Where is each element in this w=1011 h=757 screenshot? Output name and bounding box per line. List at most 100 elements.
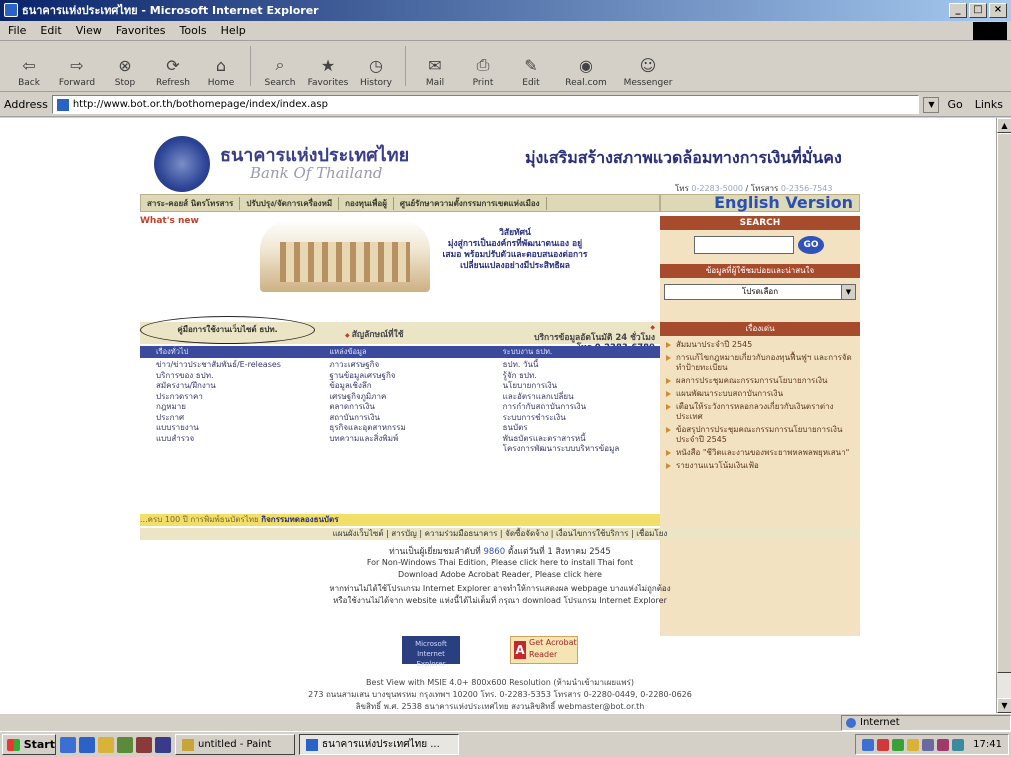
news-item[interactable]: แผนพัฒนาระบบสถาบันการเงิน	[664, 389, 856, 399]
link-item[interactable]: การกำกับสถาบันการเงิน	[503, 402, 660, 413]
taskbar-item-ie[interactable]: ธนาคารแห่งประเทศไทย ...	[299, 734, 459, 755]
scroll-up-icon[interactable]: ▲	[997, 118, 1011, 133]
vertical-scrollbar[interactable]: ▲ ▼	[996, 118, 1011, 713]
link-item[interactable]: ภาวะเศรษฐกิจ	[329, 360, 486, 371]
page-viewport: ธนาคารแห่งประเทศไทย Bank Of Thailand มุ่…	[0, 118, 996, 713]
link-item[interactable]: ตลาดการเงิน	[329, 402, 486, 413]
realcom-icon: ◉	[579, 55, 593, 75]
address-bar: Address http://www.bot.or.th/bothomepage…	[0, 93, 1011, 117]
mail-button[interactable]: ✉ Mail	[412, 46, 458, 89]
tray-icon[interactable]	[877, 738, 890, 751]
scroll-thumb[interactable]	[997, 133, 1011, 673]
link-item[interactable]: บริการของ ธปท.	[156, 371, 313, 382]
news-item[interactable]: ข้อสรุปการประชุมคณะกรรมการนโยบายการเงินป…	[664, 425, 856, 445]
news-item[interactable]: การแก้ไขกฎหมายเกี่ยวกับกองทุนฟื้นฟูฯ และ…	[664, 353, 856, 373]
link-item[interactable]: เศรษฐกิจภูมิภาค	[329, 392, 486, 403]
messenger-button[interactable]: ☺ Messenger	[618, 46, 678, 89]
forward-button[interactable]: ⇨ Forward	[54, 46, 100, 89]
link-item[interactable]: และอัตราแลกเปลี่ยน	[503, 392, 660, 403]
start-button[interactable]: Start	[2, 734, 56, 755]
realcom-button[interactable]: ◉ Real.com	[556, 46, 616, 89]
acrobat-link[interactable]: Download Adobe Acrobat Reader, Please cl…	[140, 570, 860, 579]
link-item[interactable]: ประกาศ	[156, 413, 313, 424]
menu-view[interactable]: View	[76, 24, 102, 37]
back-button[interactable]: ⇦ Back	[6, 46, 52, 89]
ie-download-badge[interactable]: Microsoft Internet Explorer	[402, 636, 460, 668]
desktop-icon[interactable]	[60, 736, 76, 753]
nav-item[interactable]: ปรับปรุง/จัดการเครื่องหมี	[240, 196, 340, 210]
scroll-down-icon[interactable]: ▼	[997, 698, 1011, 713]
link-item[interactable]: แบบสำรวจ	[156, 434, 313, 445]
home-button[interactable]: ⌂ Home	[198, 46, 244, 89]
news-item[interactable]: รายงานแนวโน้มเงินเฟ้อ	[664, 461, 856, 471]
minimize-button[interactable]: _	[949, 3, 967, 18]
link-item[interactable]: สมัครงาน/ฝึกงาน	[156, 381, 313, 392]
tray-icon[interactable]	[922, 738, 935, 751]
app-icon[interactable]	[136, 736, 152, 753]
link-item[interactable]: ธุรกิจและอุตสาหกรรม	[329, 423, 486, 434]
whats-new-link[interactable]: What's new	[140, 216, 199, 226]
outlook-icon[interactable]	[98, 736, 114, 753]
link-item[interactable]: ธปท. วันนี้	[503, 360, 660, 371]
site-search-input[interactable]	[694, 236, 794, 254]
tray-icon[interactable]	[937, 738, 950, 751]
address-input[interactable]: http://www.bot.or.th/bothomepage/index/i…	[51, 95, 920, 114]
info-select[interactable]: โปรดเลือก ▼	[664, 284, 856, 300]
news-item[interactable]: ผลการประชุมคณะกรรมการนโยบายการเงิน	[664, 376, 856, 386]
english-version-link[interactable]: English Version	[660, 194, 860, 212]
acrobat-download-badge[interactable]: Get Acrobat Reader	[510, 636, 578, 664]
links-button[interactable]: Links	[971, 98, 1007, 111]
menu-help[interactable]: Help	[221, 24, 246, 37]
news-marquee[interactable]: ...ครบ 100 ปี การพิมพ์ธนบัตรไทย กิจกรรมท…	[140, 514, 660, 526]
nav-item[interactable]: กองทุนเพื่อผู้	[339, 196, 394, 210]
nav-item[interactable]: ศูนย์รักษาความตั้งกรรมการเขตแห่งเมือง	[394, 196, 547, 210]
tray-icon[interactable]	[907, 738, 920, 751]
link-item[interactable]: กฎหมาย	[156, 402, 313, 413]
nav-item[interactable]: สาระ-คอยส์ นิตรโทรสาร	[141, 196, 241, 210]
print-button[interactable]: ⎙ Print	[460, 46, 506, 88]
taskbar-item-paint[interactable]: untitled - Paint	[175, 734, 295, 755]
search-go-button[interactable]: GO	[798, 236, 824, 254]
link-item[interactable]: ข่าว/ข่าวประชาสัมพันธ์/E-releases	[156, 360, 313, 371]
link-item[interactable]: ฐานข้อมูลเศรษฐกิจ	[329, 371, 486, 382]
tray-icon[interactable]	[952, 738, 965, 751]
tray-icon[interactable]	[862, 738, 875, 751]
edit-button[interactable]: ✎ Edit	[508, 46, 554, 89]
link-item[interactable]: แบบรายงาน	[156, 423, 313, 434]
menu-tools[interactable]: Tools	[180, 24, 207, 37]
news-item[interactable]: หนังสือ "ชีวิตและงานของพระยาพหลพลพยุหเสน…	[664, 448, 856, 458]
address-dropdown[interactable]: ▼	[923, 96, 940, 113]
link-item[interactable]: พันธบัตรและตราสารหนี้	[503, 434, 660, 445]
go-button[interactable]: Go	[943, 98, 966, 111]
search-button[interactable]: ⌕ Search	[257, 46, 303, 88]
news-item[interactable]: เตือนให้ระวังการหลอกลวงเกี่ยวกับเงินตราต…	[664, 402, 856, 422]
link-item[interactable]: ระบบการชำระเงิน	[503, 413, 660, 424]
site-guide-link[interactable]: คู่มือการใช้งานเว็บไซต์ ธปท.	[140, 316, 315, 344]
link-item[interactable]: ประกวดราคา	[156, 392, 313, 403]
news-item[interactable]: สัมมนาประจำปี 2545	[664, 340, 856, 350]
maximize-button[interactable]: □	[969, 3, 987, 18]
link-item[interactable]: บทความและสิ่งพิมพ์	[329, 434, 486, 445]
nonwin-font-link[interactable]: For Non-Windows Thai Edition, Please cli…	[140, 558, 860, 567]
bottom-links[interactable]: แผนผังเว็บไซต์ | สารบัญ | ความร่วมมือธนา…	[140, 528, 860, 540]
app-icon[interactable]	[155, 736, 171, 753]
menu-favorites[interactable]: Favorites	[116, 24, 166, 37]
stop-button[interactable]: ⊗ Stop	[102, 46, 148, 89]
symbol-link[interactable]: สัญลักษณ์ที่ใช้	[345, 327, 404, 341]
link-item[interactable]: รู้จัก ธปท.	[503, 371, 660, 382]
refresh-button[interactable]: ⟳ Refresh	[150, 46, 196, 89]
menu-file[interactable]: File	[8, 24, 26, 37]
tray-icon[interactable]	[892, 738, 905, 751]
favorites-button[interactable]: ★ Favorites	[305, 46, 351, 89]
link-item[interactable]: ธนบัตร	[503, 423, 660, 434]
close-button[interactable]: ×	[989, 3, 1007, 18]
link-item[interactable]: สถาบันการเงิน	[329, 413, 486, 424]
clock[interactable]: 17:41	[973, 739, 1002, 750]
link-item[interactable]: โครงการพัฒนาระบบบริหารข้อมูล	[503, 444, 660, 455]
ie-quicklaunch-icon[interactable]	[79, 736, 95, 753]
history-button[interactable]: ◷ History	[353, 46, 399, 89]
menu-edit[interactable]: Edit	[40, 24, 61, 37]
link-item[interactable]: นโยบายการเงิน	[503, 381, 660, 392]
app-icon[interactable]	[117, 736, 133, 753]
link-item[interactable]: ข้อมูลเชิงลึก	[329, 381, 486, 392]
